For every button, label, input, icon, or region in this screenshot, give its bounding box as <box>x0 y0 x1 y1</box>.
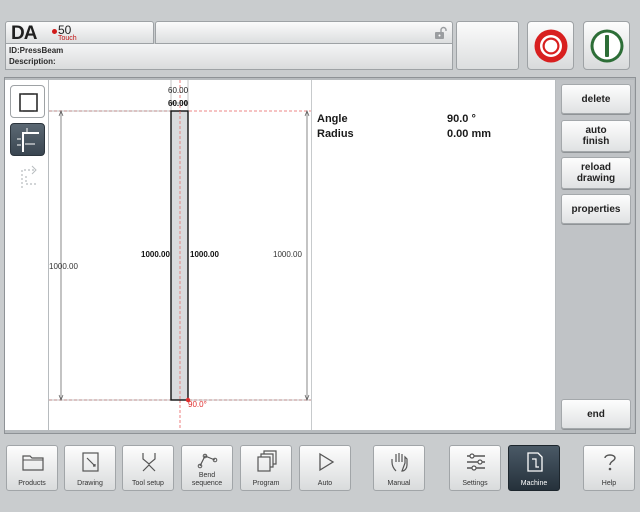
nav-tool-setup-label: Tool setup <box>132 480 164 487</box>
angle-value[interactable]: 90.0 ° <box>447 113 476 125</box>
nav-tool-setup[interactable]: Tool setup <box>122 445 174 491</box>
end-label: end <box>587 408 605 420</box>
program-icon <box>257 450 277 472</box>
dimension-width-top: 60.00 <box>168 86 189 95</box>
dashed-bend-icon <box>21 165 37 188</box>
properties-panel: Angle 90.0 ° Radius 0.00 mm <box>312 80 555 430</box>
nav-bend-sequence[interactable]: Bend sequence <box>181 445 233 491</box>
logo-touch-text: Touch <box>58 35 77 42</box>
nav-machine-label: Machine <box>520 480 548 487</box>
nav-help-label: Help <box>601 480 617 487</box>
end-button[interactable]: end <box>561 399 631 429</box>
status-box <box>456 21 519 70</box>
properties-label: properties <box>571 203 621 215</box>
nav-machine[interactable]: Machine <box>508 445 560 491</box>
radius-value[interactable]: 0.00 mm <box>447 128 491 140</box>
dashed-bend-tool[interactable] <box>10 160 45 193</box>
logo-dot <box>52 29 57 34</box>
nav-drawing-label: Drawing <box>77 480 103 487</box>
hand-icon <box>391 453 408 472</box>
dimension-width[interactable]: 60.00 <box>168 99 188 108</box>
reload-label-1: reload <box>580 162 611 173</box>
nav-manual[interactable]: Manual <box>373 445 425 491</box>
play-icon <box>319 452 335 472</box>
folder-icon <box>22 455 44 471</box>
nav-program-label: Program <box>252 480 280 487</box>
nav-settings[interactable]: Settings <box>449 445 501 491</box>
logo-da-text: DA <box>11 23 37 44</box>
reload-label-2: drawing <box>576 173 616 184</box>
bend-line-icon <box>17 128 39 152</box>
settings-icon <box>467 453 485 471</box>
dimension-outer-right: 1000.00 <box>273 250 302 259</box>
side-actions: delete auto finish reload drawing proper… <box>556 80 634 430</box>
drawing-tools <box>5 80 48 430</box>
program-info: ID:PressBeam Description: <box>5 44 453 70</box>
nav-products[interactable]: Products <box>6 445 58 491</box>
nav-help[interactable]: Help <box>583 445 635 491</box>
nav-bend-label-1: Bend <box>198 472 216 479</box>
dimension-inner-right[interactable]: 1000.00 <box>190 250 219 259</box>
bend-angle-label[interactable]: 90.0° <box>188 400 207 409</box>
nav-program[interactable]: Program <box>240 445 292 491</box>
angle-label: Angle <box>317 113 348 125</box>
tool-setup-icon <box>142 453 156 472</box>
properties-button[interactable]: properties <box>561 194 631 224</box>
nav-products-label: Products <box>18 480 46 487</box>
nav-auto[interactable]: Auto <box>299 445 351 491</box>
start-icon <box>590 29 624 63</box>
reload-drawing-button[interactable]: reload drawing <box>561 157 631 189</box>
bend-line-tool[interactable] <box>10 123 45 156</box>
nav-settings-label: Settings <box>462 480 488 487</box>
title-bar <box>155 21 453 44</box>
stop-icon <box>534 29 568 63</box>
dimension-inner-left[interactable]: 1000.00 <box>141 250 170 259</box>
nav-auto-label: Auto <box>317 480 333 487</box>
program-id: ID:PressBeam <box>9 46 64 55</box>
dimension-outer-left: 1000.00 <box>49 262 78 271</box>
program-description: Description: <box>9 57 56 66</box>
nav-manual-label: Manual <box>387 480 411 487</box>
nav-bend-label-2: sequence <box>191 480 223 487</box>
auto-finish-label-2: finish <box>582 136 610 147</box>
delete-button[interactable]: delete <box>561 84 631 114</box>
stop-button[interactable] <box>527 21 574 70</box>
auto-finish-button[interactable]: auto finish <box>561 120 631 152</box>
drawing-canvas[interactable]: 60.00 60.00 1000.00 1000.00 1000.00 1000… <box>49 80 311 430</box>
help-icon <box>604 454 616 471</box>
brand-logo: DA 50 Touch <box>5 21 154 44</box>
radius-label: Radius <box>317 128 354 140</box>
auto-finish-label-1: auto <box>585 125 607 136</box>
select-rect-icon <box>19 93 38 112</box>
nav-bend-sequence-label: Bend sequence <box>182 472 232 488</box>
machine-icon <box>527 452 543 472</box>
start-button[interactable] <box>583 21 630 70</box>
select-rect-tool[interactable] <box>10 85 45 118</box>
delete-label: delete <box>581 93 611 105</box>
drawing-icon <box>82 452 99 472</box>
unlock-icon[interactable] <box>433 26 447 40</box>
nav-drawing[interactable]: Drawing <box>64 445 116 491</box>
bend-sequence-icon <box>197 453 218 469</box>
